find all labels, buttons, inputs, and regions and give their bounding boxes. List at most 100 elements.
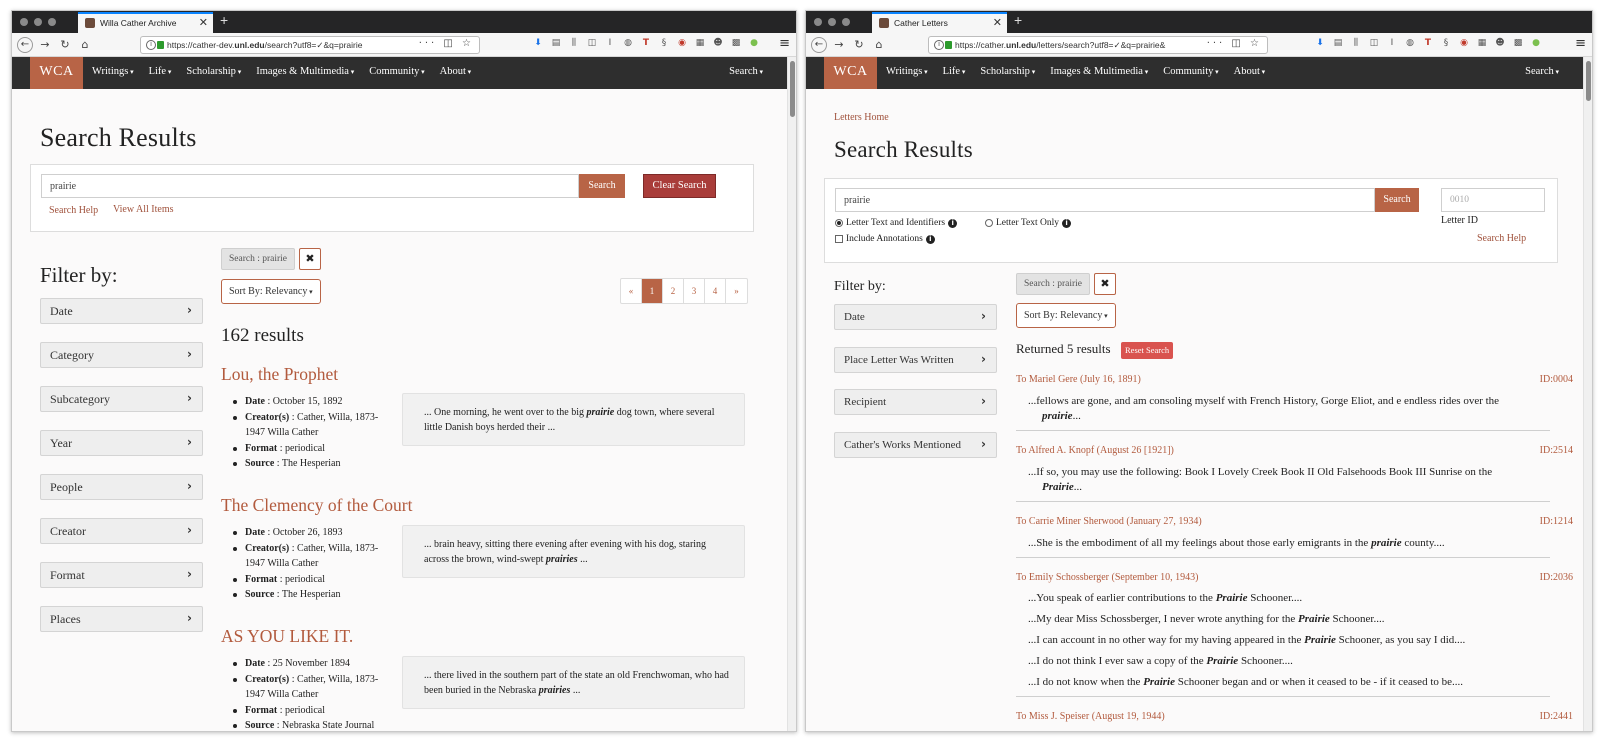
forward-icon[interactable]: → [831, 37, 847, 53]
status-dot-icon[interactable]: ● [748, 38, 760, 48]
menu-about[interactable]: About [1234, 66, 1266, 77]
hamburger-menu-icon[interactable]: ≡ [779, 36, 790, 51]
reload-icon[interactable]: ↻ [851, 37, 867, 53]
home-icon[interactable]: ⌂ [77, 37, 93, 53]
search-button[interactable]: Search [1375, 188, 1419, 212]
close-tab-icon[interactable]: ✕ [199, 16, 208, 29]
menu-life[interactable]: Life [149, 66, 172, 77]
letter-title[interactable]: To Emily Schossberger (September 10, 194… [1016, 572, 1198, 583]
grid-icon[interactable]: ▩ [730, 38, 742, 48]
page-3[interactable]: 3 [684, 279, 705, 303]
filter-category[interactable]: Category › [40, 342, 203, 368]
s-extension-icon[interactable]: § [658, 38, 670, 48]
page-actions-icon[interactable]: ··· ◫ ☆ [419, 38, 474, 49]
letter-title[interactable]: To Miss J. Speiser (August 19, 1944) [1016, 711, 1165, 722]
info-icon[interactable]: i [925, 234, 935, 244]
filter-place-written[interactable]: Place Letter Was Written › [834, 347, 997, 373]
globe-icon[interactable]: ◍ [1404, 38, 1416, 48]
filter-creator[interactable]: Creator › [40, 518, 203, 544]
hamburger-menu-icon[interactable]: ≡ [1575, 36, 1586, 51]
result-title[interactable]: AS YOU LIKE IT. [221, 626, 353, 647]
scrollbar[interactable] [787, 57, 796, 731]
reload-icon[interactable]: ↻ [57, 37, 73, 53]
info-icon[interactable]: i [1062, 218, 1072, 228]
search-input[interactable]: prairie [835, 188, 1375, 212]
clear-search-button[interactable]: Clear Search [643, 174, 716, 198]
wca-logo[interactable]: WCA [30, 57, 83, 89]
sidebar-icon[interactable]: ◫ [1368, 38, 1380, 48]
filter-date[interactable]: Date › [40, 298, 203, 324]
grid-icon[interactable]: ▩ [1512, 38, 1524, 48]
s-extension-icon[interactable]: § [1440, 38, 1452, 48]
menu-scholarship[interactable]: Scholarship [980, 66, 1035, 77]
filter-date[interactable]: Date › [834, 304, 997, 330]
menu-images-multimedia[interactable]: Images & Multimedia [256, 66, 354, 77]
cursor-icon[interactable]: I [604, 38, 616, 48]
sort-dropdown[interactable]: Sort By: Relevancy [1016, 303, 1116, 328]
library-icon[interactable]: ⫼ [1350, 38, 1362, 48]
new-tab-icon[interactable]: + [220, 12, 228, 28]
url-bar[interactable]: i https://cather-dev.unl.edu/search?utf8… [140, 36, 480, 54]
wca-logo[interactable]: WCA [824, 57, 877, 89]
radio-icon[interactable] [985, 219, 993, 227]
site-search-menu[interactable]: Search [729, 66, 763, 77]
menu-community[interactable]: Community [369, 66, 424, 77]
search-help-link[interactable]: Search Help [49, 205, 98, 216]
face-icon[interactable]: ☻ [712, 38, 724, 48]
home-icon[interactable]: ⌂ [871, 37, 887, 53]
option-include-annotations[interactable]: Include Annotations i [835, 234, 935, 244]
menu-writings[interactable]: Writings [886, 66, 928, 77]
letter-title[interactable]: To Alfred A. Knopf (August 26 [1921]) [1016, 445, 1174, 456]
close-tab-icon[interactable]: ✕ [993, 16, 1002, 29]
menu-scholarship[interactable]: Scholarship [186, 66, 241, 77]
forward-icon[interactable]: → [37, 37, 53, 53]
menu-images-multimedia[interactable]: Images & Multimedia [1050, 66, 1148, 77]
remove-filter-icon[interactable]: ✖ [299, 248, 321, 270]
page-actions-icon[interactable]: ··· ◫ ☆ [1207, 38, 1262, 49]
letter-id-input[interactable]: 0010 [1441, 188, 1545, 212]
window-controls[interactable] [814, 18, 850, 26]
scrollbar-thumb[interactable] [790, 61, 795, 117]
option-text-identifiers[interactable]: Letter Text and Identifiers i [835, 218, 958, 228]
sort-dropdown[interactable]: Sort By: Relevancy [221, 279, 321, 304]
search-help-link[interactable]: Search Help [1477, 233, 1526, 244]
result-title[interactable]: The Clemency of the Court [221, 495, 412, 516]
window-controls[interactable] [20, 18, 56, 26]
filter-people[interactable]: People › [40, 474, 203, 500]
info-icon[interactable]: i [948, 218, 958, 228]
checkbox-icon[interactable] [835, 235, 843, 243]
ublock-icon[interactable]: ◉ [676, 38, 688, 48]
library-icon[interactable]: ⫼ [568, 38, 580, 48]
menu-about[interactable]: About [440, 66, 472, 77]
filter-places[interactable]: Places › [40, 606, 203, 632]
letter-title[interactable]: To Mariel Gere (July 16, 1891) [1016, 374, 1141, 385]
t-extension-icon[interactable]: T [640, 38, 652, 48]
status-dot-icon[interactable]: ● [1530, 38, 1542, 48]
site-search-menu[interactable]: Search [1525, 66, 1559, 77]
breadcrumb[interactable]: Letters Home [834, 112, 889, 123]
sidebar-icon[interactable]: ◫ [586, 38, 598, 48]
download-icon[interactable]: ⬇ [1314, 38, 1326, 48]
page-icon[interactable]: ▤ [550, 38, 562, 48]
letter-title[interactable]: To Carrie Miner Sherwood (January 27, 19… [1016, 516, 1202, 527]
face-icon[interactable]: ☻ [1494, 38, 1506, 48]
globe-icon[interactable]: ◍ [622, 38, 634, 48]
menu-life[interactable]: Life [943, 66, 966, 77]
search-button[interactable]: Search [579, 174, 625, 198]
calendar-icon[interactable]: ▦ [1476, 38, 1488, 48]
filter-recipient[interactable]: Recipient › [834, 389, 997, 415]
ublock-icon[interactable]: ◉ [1458, 38, 1470, 48]
search-input[interactable]: prairie [41, 174, 579, 198]
filter-works-mentioned[interactable]: Cather's Works Mentioned › [834, 432, 997, 458]
scrollbar[interactable] [1583, 57, 1592, 731]
info-icon[interactable]: i [934, 40, 944, 50]
calendar-icon[interactable]: ▦ [694, 38, 706, 48]
page-2[interactable]: 2 [663, 279, 684, 303]
t-extension-icon[interactable]: T [1422, 38, 1434, 48]
page-prev[interactable]: « [621, 279, 642, 303]
page-4[interactable]: 4 [705, 279, 726, 303]
view-all-link[interactable]: View All Items [113, 204, 174, 215]
back-icon[interactable]: ← [811, 37, 827, 53]
option-text-only[interactable]: Letter Text Only i [985, 218, 1072, 228]
filter-year[interactable]: Year › [40, 430, 203, 456]
